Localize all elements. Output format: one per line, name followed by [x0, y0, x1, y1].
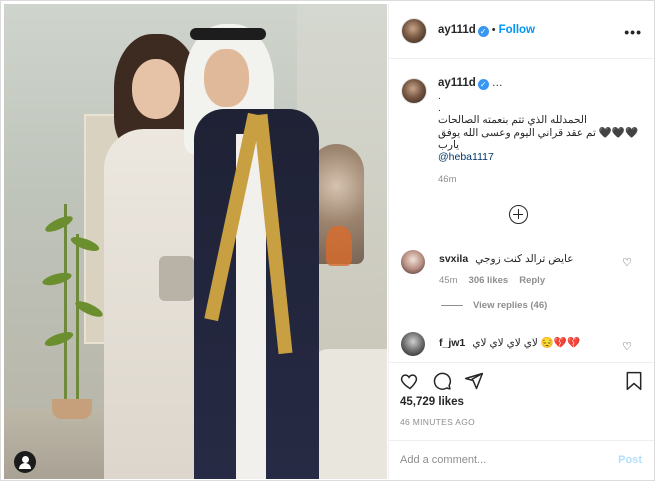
post-photo[interactable] — [4, 4, 387, 479]
comment-username[interactable]: svxila — [439, 253, 468, 265]
follow-button[interactable]: Follow — [499, 24, 535, 36]
comment-row: svxila عايض ترالد كنت زوجي — [439, 253, 573, 265]
groom-face — [204, 49, 249, 107]
bookmark-icon[interactable] — [625, 371, 643, 391]
user-tag-head — [21, 456, 29, 463]
separator-dot: • — [491, 24, 496, 36]
comment-row: f_jw1 لاي لاي لاي لاي 😔💔💔 — [439, 336, 580, 349]
flower-decor — [326, 226, 352, 266]
comment-text: لاي لاي لاي لاي 😔💔💔 — [472, 337, 581, 349]
caption-body: . . الحمدلله الذي تتم بنعمته الصالحات 🖤🖤… — [438, 90, 654, 185]
heart-icon[interactable] — [400, 371, 420, 391]
leaf — [41, 270, 73, 288]
action-bar — [389, 362, 654, 398]
caption-dot: . — [438, 102, 441, 114]
header-username[interactable]: ay111d — [438, 24, 476, 36]
avatar[interactable] — [401, 332, 425, 356]
mention-link[interactable]: @heba1117 — [438, 151, 654, 163]
comment-username[interactable]: f_jw1 — [439, 337, 465, 349]
groom-agal — [190, 28, 266, 40]
user-tag-body — [19, 463, 31, 469]
header-user-row: ay111d ✓ • Follow — [438, 24, 535, 37]
user-tag-icon[interactable] — [14, 451, 36, 473]
caption-text: الحمدلله الذي تتم بنعمته الصالحات — [438, 114, 587, 126]
bride-belt — [159, 256, 194, 301]
bamboo-plant — [76, 234, 79, 409]
comment-like-heart-icon[interactable]: ♡ — [622, 256, 632, 269]
bride-face — [132, 59, 180, 119]
plant-pot — [52, 399, 92, 419]
load-more-comments-icon[interactable] — [509, 205, 528, 224]
caption-dot: . — [438, 90, 441, 102]
add-comment-bar: Add a comment... Post — [389, 440, 654, 479]
post-sidebar: ay111d ✓ • Follow ••• ay111d ✓… . . الحمدلله… — [388, 4, 654, 479]
caption-user-row: ay111d ✓… — [438, 77, 503, 90]
leaf — [43, 329, 75, 349]
avatar[interactable] — [401, 250, 425, 274]
share-icon[interactable] — [464, 371, 484, 391]
verified-badge-icon: ✓ — [477, 79, 489, 90]
comment-icon[interactable] — [432, 371, 452, 391]
comment-meta-row: 45m 306 likes Reply — [439, 274, 545, 286]
comment-likes[interactable]: 306 likes — [469, 275, 509, 286]
comment-age: 45m — [439, 275, 458, 286]
post-comment-button[interactable]: Post — [618, 454, 642, 466]
caption-text: 🖤🖤🖤 تم عقد قراني اليوم وعسى الله يوفق يا… — [438, 127, 639, 151]
comment-text: عايض ترالد كنت زوجي — [475, 253, 574, 265]
post-time: 46 MINUTES AGO — [400, 417, 476, 427]
add-comment-input[interactable]: Add a comment... — [400, 454, 486, 466]
post-header: ay111d ✓ • Follow ••• — [389, 4, 654, 59]
bamboo-plant — [64, 204, 67, 409]
sofa — [309, 349, 387, 479]
verified-badge-icon: ✓ — [477, 26, 489, 37]
post-container: ay111d ✓ • Follow ••• ay111d ✓… . . الحمدلله… — [0, 0, 655, 481]
view-replies-button[interactable]: View replies (46) — [473, 300, 547, 311]
avatar[interactable] — [401, 18, 427, 44]
comment-like-heart-icon[interactable]: ♡ — [622, 340, 632, 353]
caption-ellipsis: … — [491, 77, 503, 89]
leaf — [43, 213, 75, 235]
caption-username[interactable]: ay111d — [438, 77, 476, 89]
replies-divider — [441, 305, 463, 306]
reply-button[interactable]: Reply — [519, 275, 545, 286]
likes-count[interactable]: 45,729 likes — [400, 396, 464, 408]
caption-avatar[interactable] — [401, 78, 427, 104]
more-options-icon[interactable]: ••• — [624, 24, 642, 40]
comments-scroll-area[interactable]: ay111d ✓… . . الحمدلله الذي تتم بنعمته ال… — [389, 60, 654, 360]
caption-age: 46m — [438, 174, 457, 185]
